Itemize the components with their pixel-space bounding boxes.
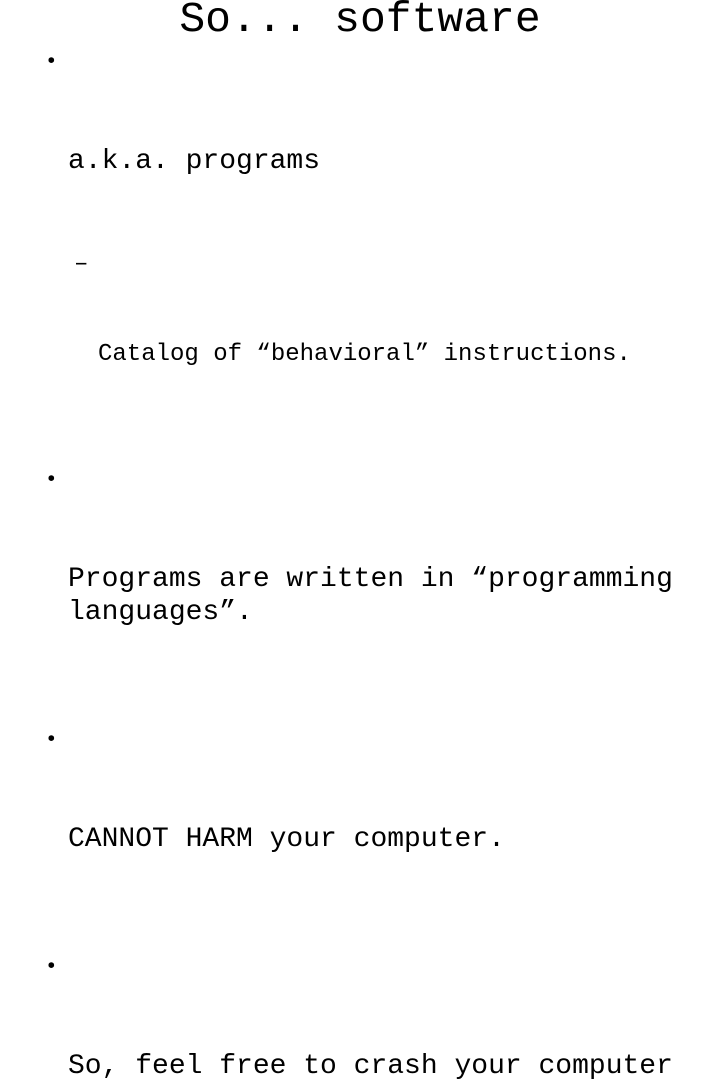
list-item: • a.k.a. programs [0,46,720,244]
bullet-marker-icon: • [45,51,58,74]
sub-bullet-marker-icon: – [74,251,89,278]
list-item-label: Programs are written in “programming lan… [68,564,690,628]
list-item-label: So, feel free to crash your computer as … [68,1051,673,1080]
bullet-marker-icon: • [45,469,58,492]
list-item: • CANNOT HARM your computer. [0,724,720,922]
sub-list-item: – Catalog of “behavioral” instructions. [0,250,720,430]
slide-body: • a.k.a. programs – Catalog of “behavior… [0,46,720,1080]
list-item-label: CANNOT HARM your computer. [68,824,505,855]
list-item-label: a.k.a. programs [68,146,321,177]
sub-list-item-label: Catalog of “behavioral” instructions. [98,341,631,368]
slide-canvas: So... software • a.k.a. programs – Catal… [0,0,720,1080]
bullet-marker-icon: • [45,956,58,979]
list-item: • So, feel free to crash your computer a… [0,951,720,1080]
list-item: • Programs are written in “programming l… [0,464,720,695]
page-title: So... software [179,0,541,44]
bullet-marker-icon: • [45,729,58,752]
